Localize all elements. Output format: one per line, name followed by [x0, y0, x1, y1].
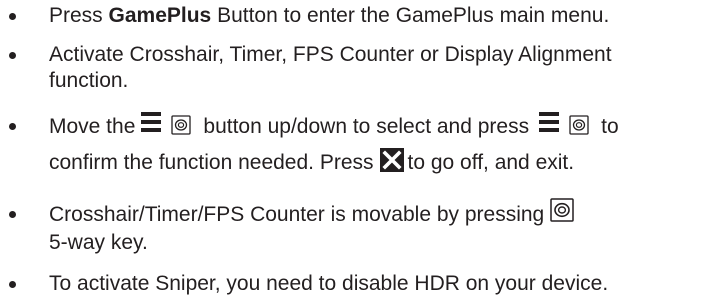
item-text-part: Press [49, 4, 109, 27]
item-text: Move the button up/down to select and pre… [49, 110, 699, 180]
item-text: Press GamePlus Button to enter the GameP… [49, 3, 699, 29]
item-text-line: Crosshair/Timer/FPS Counter is movable b… [49, 203, 545, 226]
item-text: Crosshair/Timer/FPS Counter is movable b… [49, 198, 699, 256]
bullet [9, 211, 16, 218]
item-text-line: 5-way key. [49, 231, 148, 254]
item-text-part: confirm the function needed. Press [49, 151, 374, 174]
item-text-part: Move the [49, 115, 136, 138]
five-way-key-icon [171, 112, 192, 135]
menu-icon [539, 112, 560, 134]
item-text-part: button up/down to select and press [203, 115, 530, 138]
item-text-line: function. [49, 69, 129, 92]
item-text-part: Button to enter the GamePlus main menu. [211, 4, 610, 27]
item-text-part: to [601, 115, 619, 138]
bullet [9, 123, 16, 130]
five-way-key-icon [550, 198, 574, 222]
bullet [9, 281, 16, 288]
item-text-line: To activate Sniper, you need to disable … [49, 272, 609, 295]
five-way-key-icon [569, 112, 589, 135]
item-text: Activate Crosshair, Timer, FPS Counter o… [49, 42, 699, 94]
close-icon [379, 148, 404, 172]
gameplus-label: GamePlus [108, 4, 212, 27]
item-text: To activate Sniper, you need to disable … [49, 271, 699, 297]
item-text-part: to go off, and exit. [407, 151, 575, 174]
bullet [9, 13, 16, 20]
menu-icon [141, 112, 162, 134]
item-text-line: Activate Crosshair, Timer, FPS Counter o… [49, 43, 612, 66]
bullet [9, 52, 16, 59]
